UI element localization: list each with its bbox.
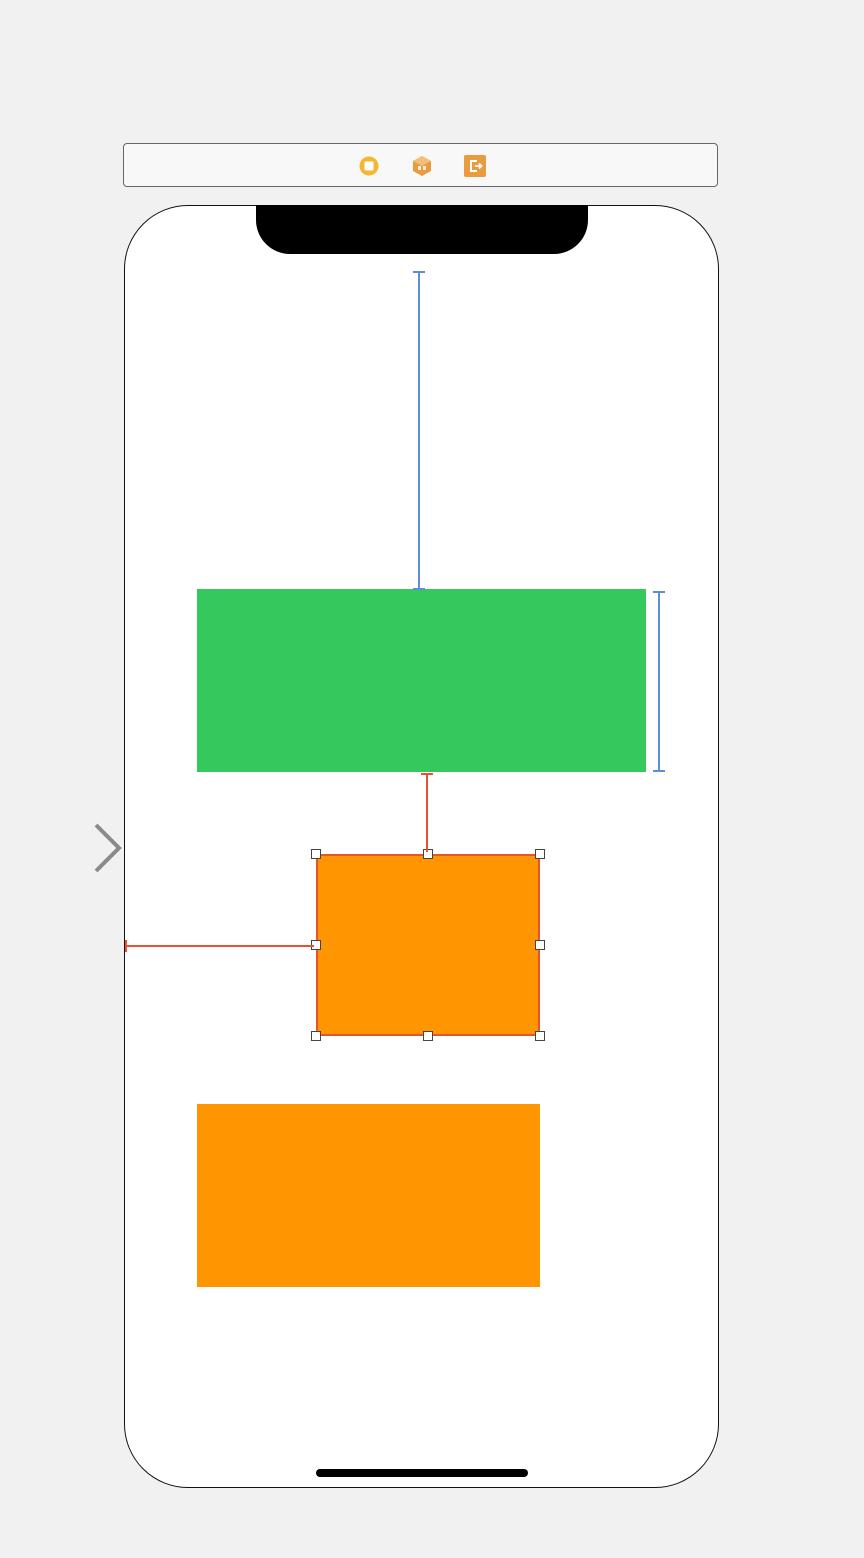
view-controller-icon[interactable]: [358, 155, 380, 177]
resize-handle-bottom-right[interactable]: [535, 1031, 545, 1041]
initial-view-controller-arrow-icon[interactable]: [0, 820, 126, 876]
orange-view-bottom[interactable]: [197, 1104, 540, 1287]
home-indicator: [316, 1469, 528, 1477]
scene-dock: [123, 143, 718, 187]
first-responder-icon[interactable]: [411, 155, 433, 177]
orange-view-selected[interactable]: [311, 849, 545, 1041]
resize-handle-top[interactable]: [423, 849, 433, 859]
resize-handle-bottom[interactable]: [423, 1031, 433, 1041]
resize-handle-top-right[interactable]: [535, 849, 545, 859]
exit-icon[interactable]: [464, 155, 486, 177]
resize-handle-right[interactable]: [535, 940, 545, 950]
device-canvas[interactable]: [124, 205, 719, 1488]
device-notch: [256, 205, 588, 254]
resize-handle-top-left[interactable]: [311, 849, 321, 859]
resize-handle-left[interactable]: [311, 940, 321, 950]
resize-handle-bottom-left[interactable]: [311, 1031, 321, 1041]
green-view[interactable]: [197, 589, 646, 772]
